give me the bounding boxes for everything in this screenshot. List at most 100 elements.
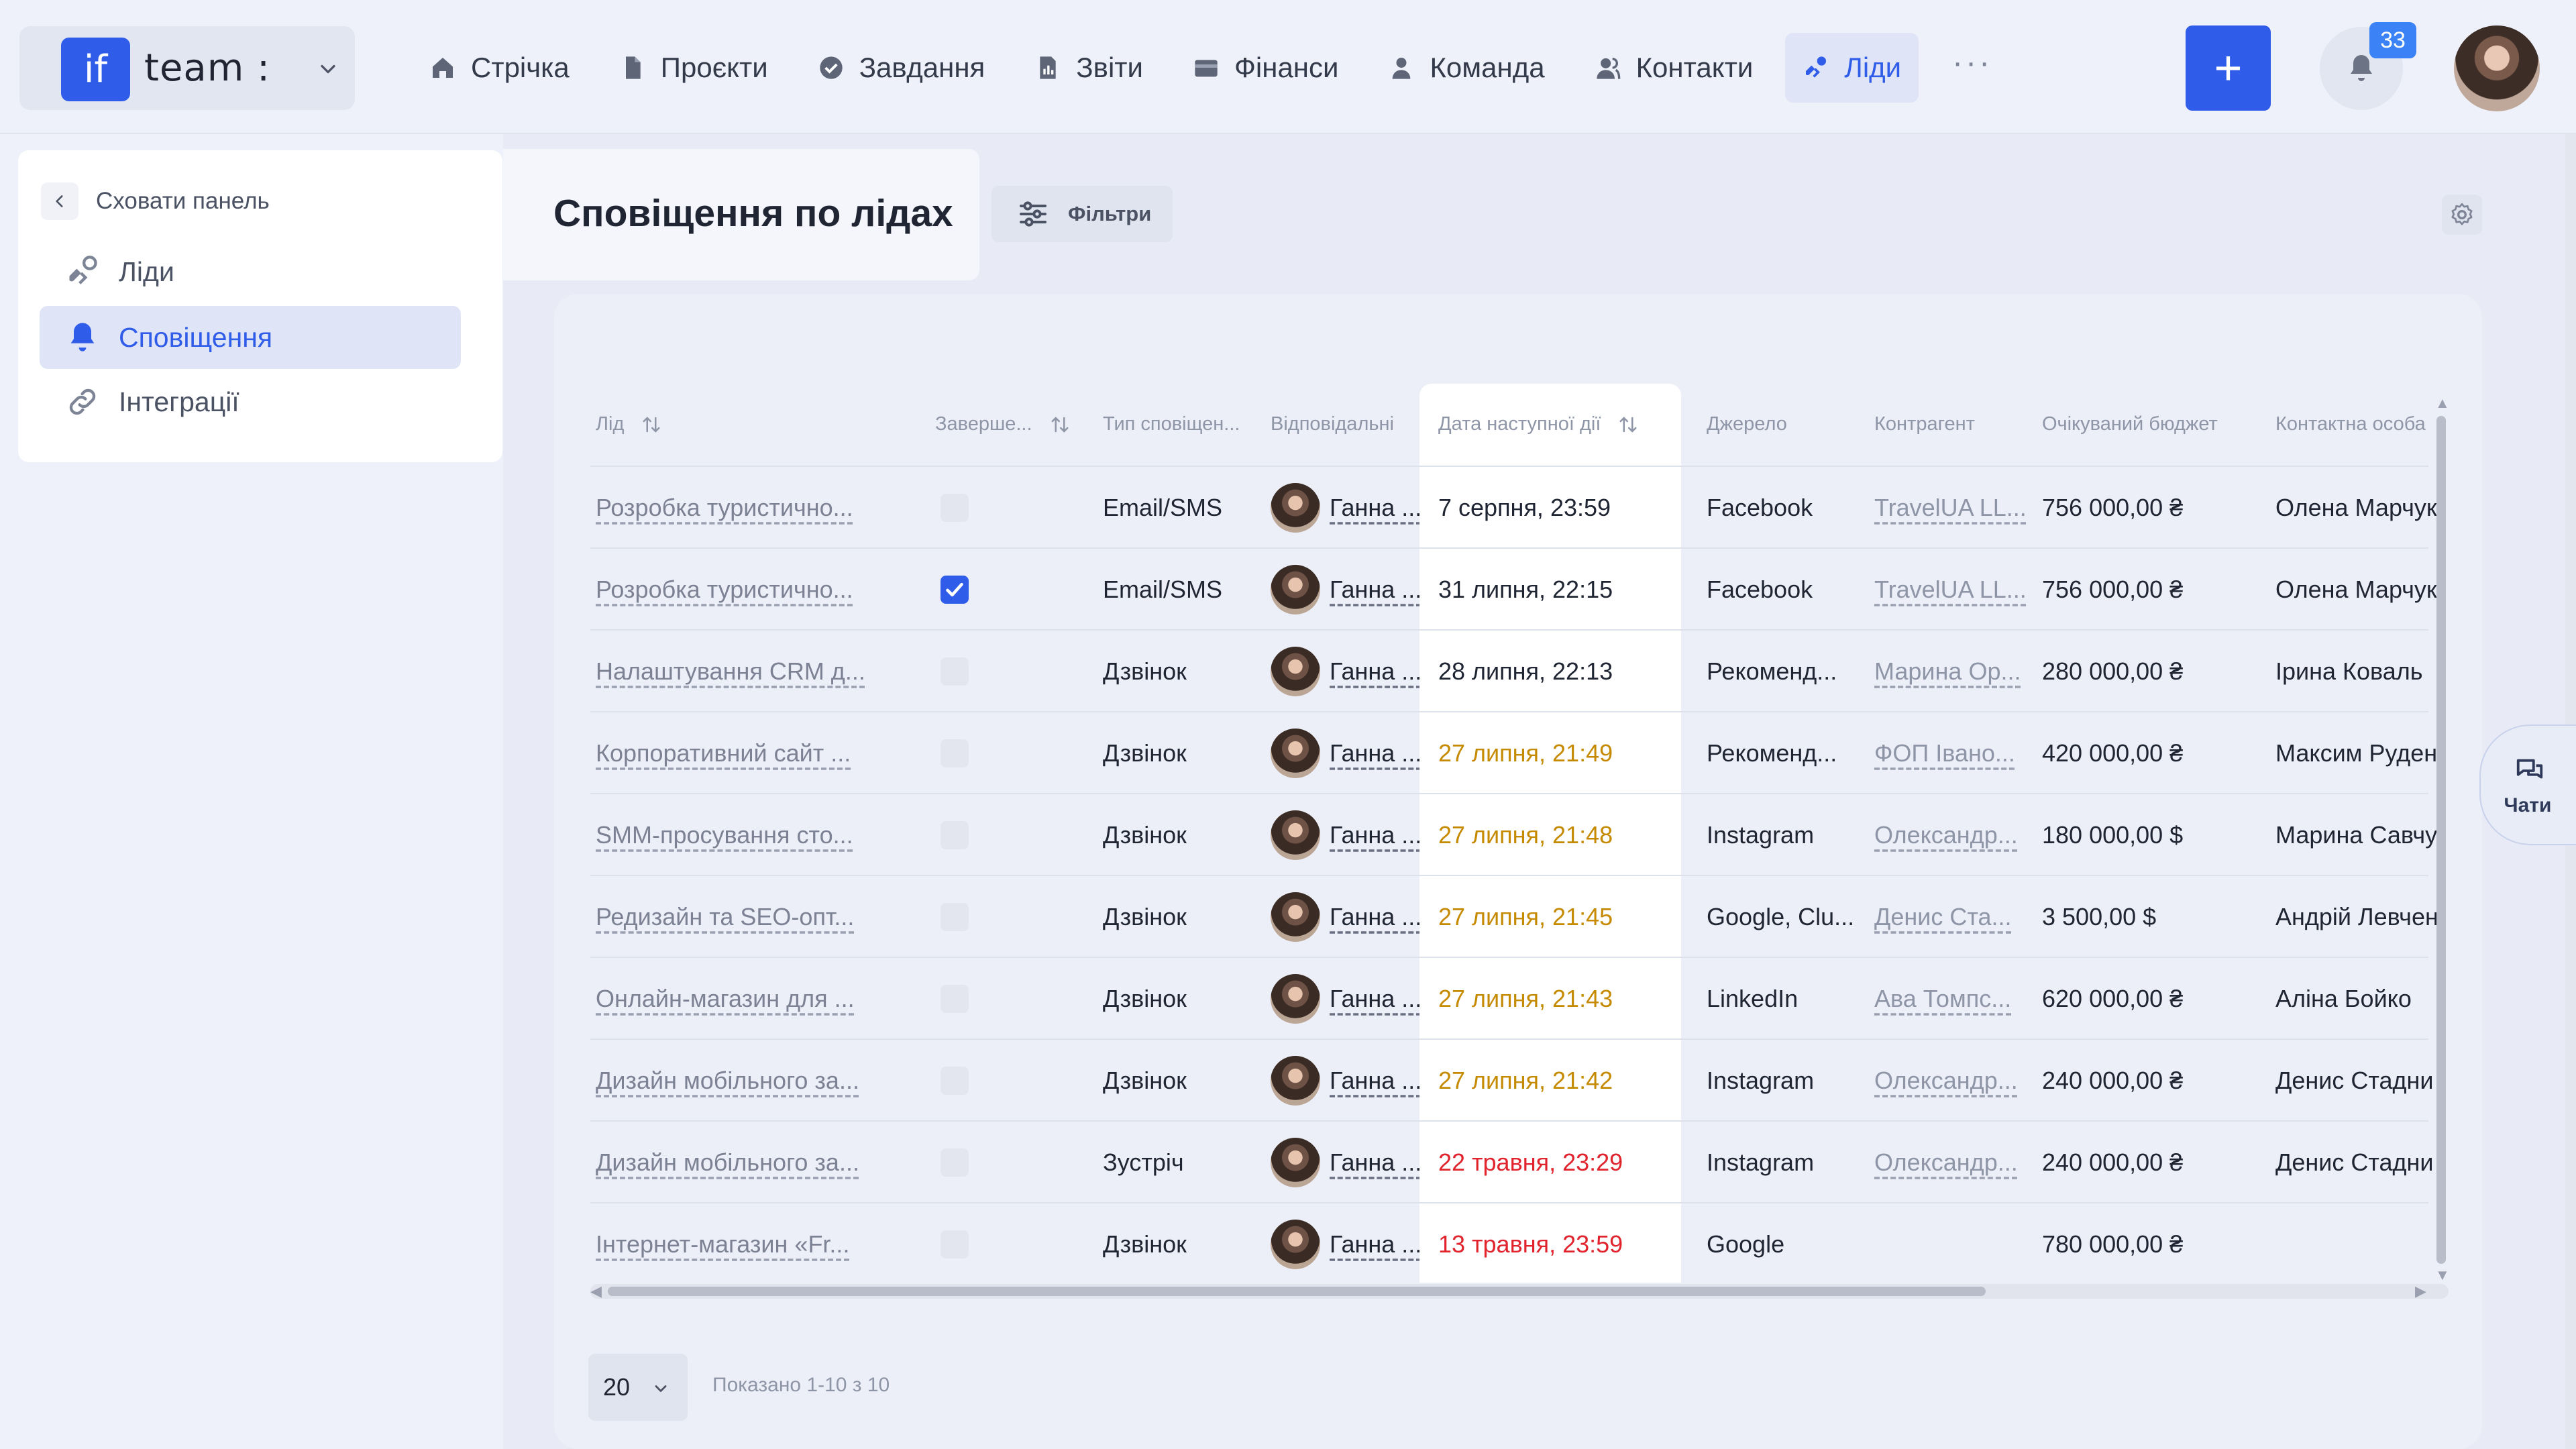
table-row-lead[interactable]: SMM-просування сто...	[596, 794, 877, 876]
responsible-avatar[interactable]	[1271, 1220, 1320, 1269]
nav-item-feed[interactable]: Стрічка	[412, 33, 587, 103]
lead-link[interactable]: Дизайн мобільного за...	[596, 1148, 859, 1176]
scroll-up-arrow[interactable]: ▲	[2435, 394, 2450, 412]
completed-checkbox[interactable]	[941, 821, 969, 849]
column-header-completed[interactable]: Заверше...	[935, 384, 1070, 464]
nav-item-contacts[interactable]: Контакти	[1577, 33, 1771, 103]
counterparty[interactable]: TravelUA LL...	[1874, 467, 2029, 549]
responsible-name[interactable]: Ганна ...	[1330, 1040, 1419, 1122]
counterparty[interactable]: Денис Ста...	[1874, 876, 2029, 958]
lead-link[interactable]: Налаштування CRM д...	[596, 657, 865, 685]
column-header-responsible[interactable]: Відповідальні	[1271, 384, 1394, 464]
workspace-switcher[interactable]: if team :	[19, 26, 355, 110]
side-item-notifications[interactable]: Сповіщення	[40, 306, 461, 369]
counterparty[interactable]: TravelUA LL...	[1874, 549, 2029, 631]
counterparty-link[interactable]: Олександр...	[1874, 1148, 2018, 1176]
lead-link[interactable]: Онлайн-магазин для ...	[596, 985, 855, 1012]
lead-link[interactable]: Корпоративний сайт ...	[596, 739, 851, 767]
responsible-avatar[interactable]	[1271, 483, 1320, 533]
column-header-source[interactable]: Джерело	[1707, 384, 1787, 464]
column-header-next-date[interactable]: Дата наступної дії	[1438, 384, 1638, 464]
page-size-select[interactable]: 20	[588, 1354, 688, 1421]
lead-link[interactable]: Інтернет-магазин «Fr...	[596, 1230, 849, 1258]
chats-button[interactable]: Чати	[2479, 724, 2576, 845]
table-row-lead[interactable]: Редизайн та SEO-опт...	[596, 876, 877, 958]
counterparty[interactable]: Марина Ор...	[1874, 631, 2029, 712]
lead-link[interactable]: Редизайн та SEO-опт...	[596, 903, 854, 930]
responsible-name[interactable]: Ганна ...	[1330, 467, 1419, 549]
counterparty-link[interactable]: TravelUA LL...	[1874, 494, 2027, 521]
add-button[interactable]: +	[2186, 25, 2271, 111]
nav-item-team[interactable]: Команда	[1371, 33, 1562, 103]
counterparty-link[interactable]: Марина Ор...	[1874, 657, 2021, 685]
counterparty-link[interactable]: Олександр...	[1874, 1067, 2018, 1094]
completed-checkbox[interactable]	[941, 739, 969, 767]
counterparty-link[interactable]: ФОП Івано...	[1874, 739, 2015, 767]
counterparty-link[interactable]: TravelUA LL...	[1874, 576, 2027, 603]
responsible-name[interactable]: Ганна ...	[1330, 876, 1419, 958]
completed-checkbox[interactable]	[941, 985, 969, 1013]
responsible-name[interactable]: Ганна ...	[1330, 1122, 1419, 1203]
responsible-name[interactable]: Ганна ...	[1330, 794, 1419, 876]
table-row-lead[interactable]: Онлайн-магазин для ...	[596, 958, 877, 1040]
nav-item-projects[interactable]: Проєкти	[602, 33, 786, 103]
responsible-link[interactable]: Ганна ...	[1330, 576, 1419, 603]
nav-item-finance[interactable]: Фінанси	[1175, 33, 1356, 103]
responsible-link[interactable]: Ганна ...	[1330, 494, 1419, 521]
scroll-left-arrow[interactable]: ◀	[590, 1283, 602, 1300]
lead-link[interactable]: Дизайн мобільного за...	[596, 1067, 859, 1094]
filters-button[interactable]: Фільтри	[991, 186, 1173, 242]
table-row-lead[interactable]: Розробка туристично...	[596, 549, 877, 631]
nav-item-tasks[interactable]: Завдання	[800, 33, 1003, 103]
counterparty-link[interactable]: Олександр...	[1874, 821, 2018, 849]
responsible-avatar[interactable]	[1271, 974, 1320, 1024]
responsible-link[interactable]: Ганна ...	[1330, 903, 1419, 930]
column-header-counterparty[interactable]: Контрагент	[1874, 384, 1975, 464]
completed-checkbox[interactable]	[941, 1148, 969, 1177]
nav-more-button[interactable]: ···	[1933, 33, 2011, 103]
table-settings-button[interactable]	[2442, 195, 2482, 235]
counterparty[interactable]	[1874, 1203, 2029, 1283]
column-header-type[interactable]: Тип сповіщен...	[1103, 384, 1240, 464]
table-row-lead[interactable]: Налаштування CRM д...	[596, 631, 877, 712]
completed-checkbox[interactable]	[941, 1067, 969, 1095]
table-row-lead[interactable]: Корпоративний сайт ...	[596, 712, 877, 794]
responsible-name[interactable]: Ганна ...	[1330, 712, 1419, 794]
column-header-budget[interactable]: Очікуваний бюджет	[2042, 384, 2218, 464]
responsible-link[interactable]: Ганна ...	[1330, 1067, 1419, 1094]
responsible-name[interactable]: Ганна ...	[1330, 631, 1419, 712]
responsible-name[interactable]: Ганна ...	[1330, 1203, 1419, 1283]
completed-checkbox[interactable]	[941, 903, 969, 931]
nav-item-reports[interactable]: Звіти	[1017, 33, 1161, 103]
responsible-avatar[interactable]	[1271, 1138, 1320, 1187]
completed-checkbox[interactable]	[941, 576, 969, 604]
scroll-down-arrow[interactable]: ▼	[2435, 1267, 2450, 1284]
side-item-leads[interactable]: Ліди	[40, 240, 461, 303]
responsible-link[interactable]: Ганна ...	[1330, 985, 1419, 1012]
table-row-lead[interactable]: Розробка туристично...	[596, 467, 877, 549]
column-header-lead[interactable]: Лід	[596, 384, 661, 464]
counterparty[interactable]: Олександр...	[1874, 1040, 2029, 1122]
counterparty-link[interactable]: Ава Томпс...	[1874, 985, 2011, 1012]
hide-panel-button[interactable]: Сховати панель	[41, 180, 270, 223]
responsible-link[interactable]: Ганна ...	[1330, 1230, 1419, 1258]
counterparty[interactable]: Ава Томпс...	[1874, 958, 2029, 1040]
table-row-lead[interactable]: Інтернет-магазин «Fr...	[596, 1203, 877, 1283]
responsible-avatar[interactable]	[1271, 810, 1320, 860]
side-item-integrations[interactable]: Інтеграції	[40, 370, 461, 433]
responsible-avatar[interactable]	[1271, 729, 1320, 778]
responsible-name[interactable]: Ганна ...	[1330, 958, 1419, 1040]
table-row-lead[interactable]: Дизайн мобільного за...	[596, 1040, 877, 1122]
user-avatar[interactable]	[2454, 25, 2540, 111]
table-row-lead[interactable]: Дизайн мобільного за...	[596, 1122, 877, 1203]
responsible-link[interactable]: Ганна ...	[1330, 739, 1419, 767]
scroll-right-arrow[interactable]: ▶	[2415, 1283, 2426, 1300]
responsible-avatar[interactable]	[1271, 565, 1320, 614]
counterparty-link[interactable]: Денис Ста...	[1874, 903, 2012, 930]
counterparty[interactable]: Олександр...	[1874, 794, 2029, 876]
responsible-avatar[interactable]	[1271, 647, 1320, 696]
lead-link[interactable]: SMM-просування сто...	[596, 821, 853, 849]
completed-checkbox[interactable]	[941, 1230, 969, 1258]
counterparty[interactable]: ФОП Івано...	[1874, 712, 2029, 794]
nav-item-leads[interactable]: Ліди	[1785, 33, 1919, 103]
